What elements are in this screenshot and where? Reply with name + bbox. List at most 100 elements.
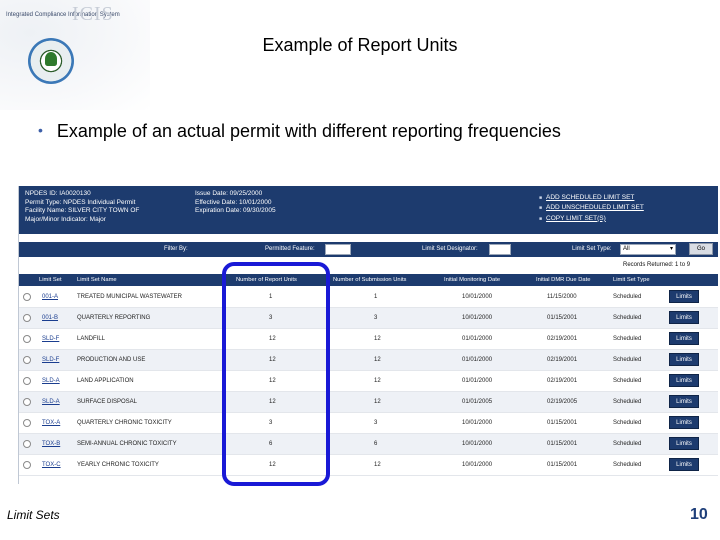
limit-set-type-value: Scheduled bbox=[613, 441, 642, 447]
limits-button[interactable]: Limits bbox=[669, 290, 699, 303]
dmr-due-value: 11/15/2000 bbox=[547, 294, 577, 300]
limit-set-name: TREATED MUNICIPAL WASTEWATER bbox=[77, 294, 183, 300]
limit-set-type-value: Scheduled bbox=[613, 378, 642, 384]
limits-button[interactable]: Limits bbox=[669, 395, 699, 408]
limit-set-link[interactable]: 001-A bbox=[42, 294, 58, 300]
limit-set-type-label: Limit Set Type: bbox=[572, 246, 612, 252]
row-select-radio[interactable] bbox=[23, 398, 31, 406]
dmr-due-value: 01/15/2001 bbox=[547, 441, 578, 447]
dmr-due-value: 02/19/2001 bbox=[547, 378, 578, 384]
footer-label: Limit Sets bbox=[7, 508, 60, 522]
limits-button[interactable]: Limits bbox=[669, 437, 699, 450]
limits-button[interactable]: Limits bbox=[669, 332, 699, 345]
limit-set-link[interactable]: TOX-B bbox=[42, 441, 60, 447]
monitoring-date-value: 01/01/2005 bbox=[462, 399, 493, 405]
table-header: Limit Set Limit Set Name Number of Repor… bbox=[19, 274, 718, 286]
limit-set-type-value: All bbox=[623, 246, 630, 252]
add-unscheduled-limit-set-link[interactable]: ADD UNSCHEDULED LIMIT SET bbox=[539, 203, 644, 213]
limit-set-link[interactable]: TOX-C bbox=[42, 462, 61, 468]
chevron-down-icon: ▾ bbox=[669, 246, 673, 252]
limit-set-type-select[interactable]: All ▾ bbox=[620, 244, 676, 255]
limit-set-name: LANDFILL bbox=[77, 336, 106, 342]
limit-set-name: SURFACE DISPOSAL bbox=[77, 399, 138, 405]
page-number: 10 bbox=[690, 506, 708, 523]
limits-button[interactable]: Limits bbox=[669, 416, 699, 429]
limits-button[interactable]: Limits bbox=[669, 458, 699, 471]
col-initial-monitoring-date: Initial Monitoring Date bbox=[444, 277, 501, 283]
action-links: ADD SCHEDULED LIMIT SET ADD UNSCHEDULED … bbox=[539, 193, 644, 224]
limit-set-name: LAND APPLICATION bbox=[77, 378, 134, 384]
row-select-radio[interactable] bbox=[23, 293, 31, 301]
limit-set-link[interactable]: SLD-A bbox=[42, 399, 60, 405]
issue-date: Issue Date: 09/25/2000 bbox=[195, 190, 263, 197]
limits-button[interactable]: Limits bbox=[669, 311, 699, 324]
table-row: TOX-C YEARLY CHRONIC TOXICITY 12 12 10/01/20… bbox=[19, 455, 718, 476]
table-row: SLD-A LAND APPLICATION 12 12 01/01/2000 02/19… bbox=[19, 371, 718, 392]
bullet-icon: • bbox=[38, 122, 43, 138]
dmr-due-value: 02/19/2005 bbox=[547, 399, 578, 405]
limits-button[interactable]: Limits bbox=[669, 374, 699, 387]
limit-set-type-value: Scheduled bbox=[613, 420, 642, 426]
permitted-feature-label: Permitted Feature: bbox=[265, 246, 315, 252]
filter-label: Filter By: bbox=[164, 246, 188, 252]
copy-limit-sets-link[interactable]: COPY LIMIT SET(S) bbox=[539, 214, 644, 224]
monitoring-date-value: 10/01/2000 bbox=[462, 462, 493, 468]
limit-set-type-value: Scheduled bbox=[613, 336, 642, 342]
row-select-radio[interactable] bbox=[23, 461, 31, 469]
facility-name: Facility Name: SILVER CITY TOWN OF bbox=[25, 207, 140, 215]
monitoring-date-value: 10/01/2000 bbox=[462, 315, 493, 321]
row-select-radio[interactable] bbox=[23, 335, 31, 343]
limit-set-type-value: Scheduled bbox=[613, 294, 642, 300]
limit-set-type-value: Scheduled bbox=[613, 462, 642, 468]
row-select-radio[interactable] bbox=[23, 377, 31, 385]
submission-units-value: 3 bbox=[374, 420, 378, 426]
dmr-due-value: 02/19/2001 bbox=[547, 357, 578, 363]
permitted-feature-input[interactable] bbox=[325, 244, 351, 255]
dmr-due-value: 01/15/2001 bbox=[547, 315, 578, 321]
table-row: SLD-F LANDFILL 12 12 01/01/2000 02/19/2001 Sch… bbox=[19, 329, 718, 350]
dmr-due-value: 01/15/2001 bbox=[547, 420, 578, 426]
limit-set-link[interactable]: SLD-A bbox=[42, 378, 60, 384]
limit-set-type-value: Scheduled bbox=[613, 357, 642, 363]
dmr-due-value: 01/15/2001 bbox=[547, 462, 578, 468]
limit-set-link[interactable]: SLD-F bbox=[42, 357, 59, 363]
table-row: 001-A TREATED MUNICIPAL WASTEWATER 1 1 10/01… bbox=[19, 287, 718, 308]
filter-bar: Filter By: Permitted Feature: Limit Set … bbox=[19, 242, 718, 257]
limit-set-type-value: Scheduled bbox=[613, 315, 642, 321]
row-select-radio[interactable] bbox=[23, 356, 31, 364]
monitoring-date-value: 10/01/2000 bbox=[462, 420, 493, 426]
limit-set-type-value: Scheduled bbox=[613, 399, 642, 405]
dmr-due-value: 02/19/2001 bbox=[547, 336, 578, 342]
row-select-radio[interactable] bbox=[23, 314, 31, 322]
row-select-radio[interactable] bbox=[23, 419, 31, 427]
add-scheduled-limit-set-link[interactable]: ADD SCHEDULED LIMIT SET bbox=[539, 193, 644, 203]
limit-set-link[interactable]: SLD-F bbox=[42, 336, 59, 342]
submission-units-value: 12 bbox=[374, 378, 381, 384]
row-select-radio[interactable] bbox=[23, 440, 31, 448]
records-returned: Records Returned: 1 to 9 bbox=[623, 262, 691, 268]
permit-screenshot: NPDES ID: IA0020130 Permit Type: NPDES I… bbox=[18, 186, 718, 484]
npdes-id: NPDES ID: IA0020130 bbox=[25, 190, 91, 197]
designator-input[interactable] bbox=[489, 244, 511, 255]
limit-set-link[interactable]: 001-B bbox=[42, 315, 58, 321]
col-limit-set-type: Limit Set Type bbox=[613, 277, 650, 283]
report-units-highlight bbox=[222, 262, 330, 486]
col-submission-units: Number of Submission Units bbox=[333, 277, 407, 283]
expiration-date: Expiration Date: 09/30/2005 bbox=[195, 207, 276, 215]
bullet-item: • Example of an actual permit with differ… bbox=[38, 121, 561, 142]
submission-units-value: 6 bbox=[374, 441, 378, 447]
permit-header: NPDES ID: IA0020130 Permit Type: NPDES I… bbox=[19, 186, 718, 234]
limit-set-link[interactable]: TOX-A bbox=[42, 420, 60, 426]
permit-info: NPDES ID: IA0020130 Permit Type: NPDES I… bbox=[25, 190, 139, 224]
limits-button[interactable]: Limits bbox=[669, 353, 699, 366]
limit-set-name: YEARLY CHRONIC TOXICITY bbox=[77, 462, 159, 468]
table-row: SLD-A SURFACE DISPOSAL 12 12 01/01/2005 02/19… bbox=[19, 392, 718, 413]
table-row: 001-B QUARTERLY REPORTING 3 3 10/01/2000 01/1… bbox=[19, 308, 718, 329]
submission-units-value: 1 bbox=[374, 294, 378, 300]
limit-set-name: SEMI-ANNUAL CHRONIC TOXICITY bbox=[77, 441, 177, 447]
permit-type: Permit Type: NPDES Individual Permit bbox=[25, 198, 136, 206]
limit-set-name: QUARTERLY REPORTING bbox=[77, 315, 151, 321]
monitoring-date-value: 01/01/2000 bbox=[462, 378, 493, 384]
table-row: SLD-F PRODUCTION AND USE 12 12 01/01/2000 02/… bbox=[19, 350, 718, 371]
go-button[interactable]: Go bbox=[689, 243, 713, 255]
